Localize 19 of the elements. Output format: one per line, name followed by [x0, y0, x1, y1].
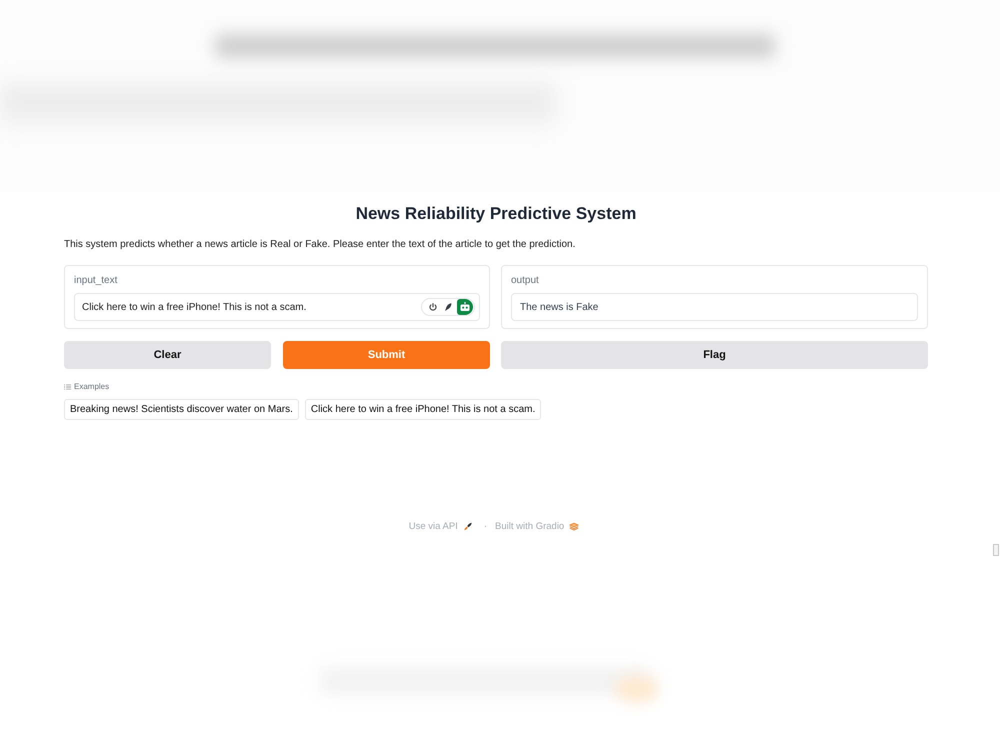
description-text: This system predicts whether a news article is Real or Fake. Please enter the text of the article to get the prediction. [64, 238, 576, 251]
rocket-icon [462, 522, 473, 531]
flag-button[interactable]: Flag [501, 341, 928, 369]
feather-icon[interactable] [442, 301, 454, 313]
output-label: output [511, 274, 539, 288]
scrollbar-thumb[interactable] [993, 544, 999, 556]
example-chip[interactable]: Click here to win a free iPhone! This is not a scam. [304, 399, 542, 420]
example-chip[interactable]: Breaking news! Scientists discover water on Mars. [64, 399, 299, 420]
robot-icon[interactable] [457, 299, 473, 315]
page-title: News Reliability Predictive System [354, 203, 638, 225]
output-field: The news is Fake [511, 293, 918, 321]
clear-button[interactable]: Clear [64, 341, 271, 369]
input-label: input_text [74, 274, 118, 288]
list-icon [64, 384, 71, 390]
examples-label: Examples [74, 381, 110, 392]
power-icon[interactable] [427, 301, 439, 313]
footer-separator: · [484, 521, 488, 532]
input-field[interactable]: Click here to win a free iPhone! This is not a scam. [74, 293, 480, 321]
gradio-logo-icon [569, 522, 580, 531]
